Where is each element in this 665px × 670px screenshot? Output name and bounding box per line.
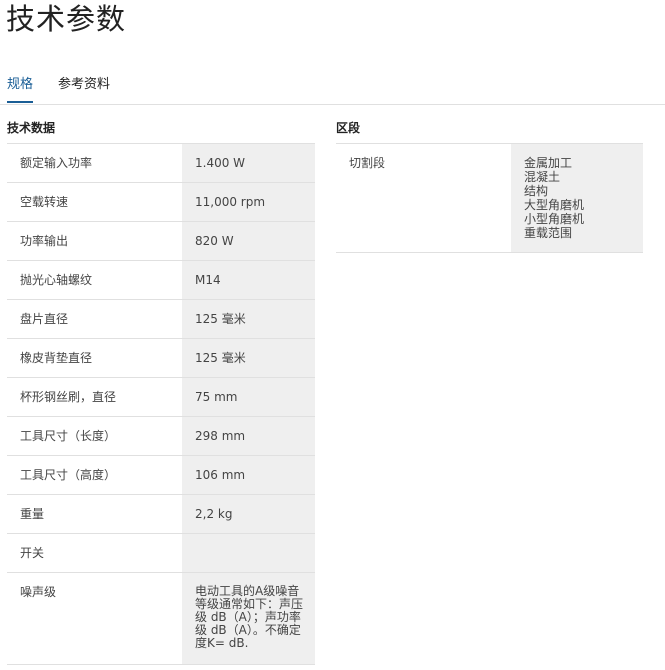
spec-label: 杯形钢丝刷，直径: [7, 377, 182, 417]
segment-value: 结构: [524, 184, 549, 198]
spec-value: 125 毫米: [182, 299, 315, 339]
spec-value: 1.400 W: [182, 143, 315, 183]
table-row: 开关: [7, 533, 315, 573]
spec-label: 噪声级: [7, 572, 182, 665]
table-row: 工具尺寸（高度） 106 mm: [7, 455, 315, 495]
table-row: 切割段 金属加工 混凝土 结构 大型角磨机 小型角磨机 重载范围: [336, 143, 643, 253]
spec-label: 工具尺寸（长度）: [7, 416, 182, 456]
spec-label: 抛光心轴螺纹: [7, 260, 182, 300]
tech-data-heading: 技术数据: [7, 121, 56, 135]
table-row: 盘片直径 125 毫米: [7, 299, 315, 339]
segment-value: 小型角磨机: [524, 212, 585, 226]
tab-references[interactable]: 参考资料: [58, 73, 110, 102]
segment-heading: 区段: [336, 121, 361, 135]
table-row: 噪声级 电动工具的A级噪音等级通常如下：声压级 dB（A）；声功率级 dB（A）…: [7, 572, 315, 665]
tech-data-table: 额定输入功率 1.400 W 空载转速 11,000 rpm 功率输出 820 …: [7, 143, 315, 665]
spec-value: 75 mm: [182, 377, 315, 417]
segment-value: 金属加工: [524, 156, 573, 170]
tab-specifications[interactable]: 规格: [7, 73, 34, 103]
table-row: 空载转速 11,000 rpm: [7, 182, 315, 222]
table-row: 功率输出 820 W: [7, 221, 315, 261]
spec-label: 空载转速: [7, 182, 182, 222]
spec-value: 2,2 kg: [182, 494, 315, 534]
spec-value: [182, 533, 315, 573]
segment-table: 切割段 金属加工 混凝土 结构 大型角磨机 小型角磨机 重载范围: [336, 143, 643, 253]
spec-label: 重量: [7, 494, 182, 534]
table-row: 杯形钢丝刷，直径 75 mm: [7, 377, 315, 417]
spec-value: 820 W: [182, 221, 315, 261]
spec-label: 开关: [7, 533, 182, 573]
spec-value: 电动工具的A级噪音等级通常如下：声压级 dB（A）；声功率级 dB（A）。不确定…: [182, 572, 315, 665]
spec-label: 额定输入功率: [7, 143, 182, 183]
table-row: 工具尺寸（长度） 298 mm: [7, 416, 315, 456]
table-row: 抛光心轴螺纹 M14: [7, 260, 315, 300]
table-row: 重量 2,2 kg: [7, 494, 315, 534]
spec-value: 298 mm: [182, 416, 315, 456]
segment-value: 混凝土: [524, 170, 561, 184]
segment-value: 大型角磨机: [524, 198, 585, 212]
segment-label: 切割段: [336, 143, 511, 253]
page-title: 技术参数: [6, 2, 127, 36]
spec-value: 125 毫米: [182, 338, 315, 378]
spec-label: 盘片直径: [7, 299, 182, 339]
segment-value: 重载范围: [524, 226, 573, 240]
segment-values: 金属加工 混凝土 结构 大型角磨机 小型角磨机 重载范围: [511, 143, 643, 253]
spec-value: 106 mm: [182, 455, 315, 495]
table-row: 橡皮背垫直径 125 毫米: [7, 338, 315, 378]
tab-bar: 规格 参考资料: [0, 70, 665, 105]
table-row: 额定输入功率 1.400 W: [7, 143, 315, 183]
spec-value: 11,000 rpm: [182, 182, 315, 222]
spec-value: M14: [182, 260, 315, 300]
spec-label: 工具尺寸（高度）: [7, 455, 182, 495]
spec-label: 橡皮背垫直径: [7, 338, 182, 378]
spec-label: 功率输出: [7, 221, 182, 261]
